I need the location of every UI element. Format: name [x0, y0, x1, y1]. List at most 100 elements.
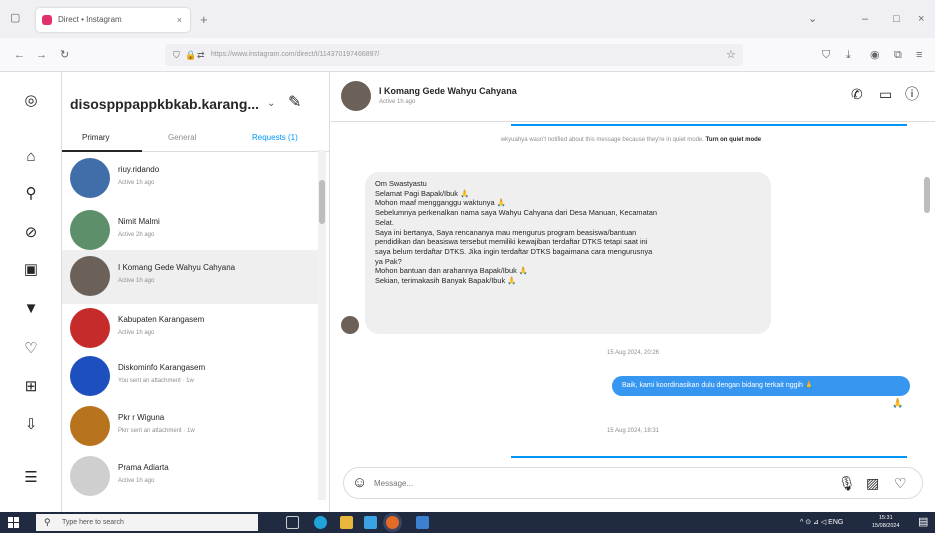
address-url: https://www.instagram.com/direct/t/11437… [211, 51, 380, 58]
more-menu-icon[interactable]: ☰ [22, 469, 40, 487]
reels-icon[interactable]: ▣ [22, 261, 40, 279]
avatar[interactable] [341, 81, 371, 111]
extensions-icon[interactable]: ⧉ [894, 49, 902, 61]
conversation-preview: Active 2h ago [118, 232, 155, 238]
forward-button[interactable]: → [36, 49, 47, 61]
conversation-preview: You sent an attachment · 1w [118, 378, 194, 384]
permissions-icon: ⇄ [197, 50, 205, 60]
tab-general[interactable]: General [168, 133, 196, 142]
conversation-name: Diskominfo Karangasem [118, 363, 206, 372]
tab-overview-icon[interactable]: ▢ [10, 12, 20, 24]
phone-call-icon[interactable]: ✆ [851, 86, 863, 102]
conversation-item-selected[interactable]: I Komang Gede Wahyu Cahyana Active 1h ag… [62, 250, 324, 304]
minimize-button[interactable]: – [862, 13, 868, 25]
message-line: Sekian, terimakasih Banyak Bapak/Ibuk 🙏 [375, 276, 517, 286]
conversation-item[interactable]: Kabupaten Karangasem Active 1h ago [62, 302, 324, 356]
new-tab-button[interactable]: + [200, 13, 208, 26]
avatar [70, 308, 110, 348]
chevron-down-icon[interactable]: ⌄ [267, 98, 275, 109]
message-composer: ☺ 🎙 ▨ ♡ [343, 467, 923, 499]
tab-list-chevron-icon[interactable]: ⌄ [808, 13, 817, 25]
emoji-icon[interactable]: ☺ [352, 474, 367, 492]
conversation-name: Pkr r Wiguna [118, 413, 165, 422]
instagram-logo-icon[interactable]: ◎ [22, 92, 40, 110]
outgoing-message-bubble[interactable]: Baik, kami koordinasikan dulu dengan bid… [612, 376, 910, 396]
pocket-icon[interactable]: ⛉ [822, 49, 830, 61]
windows-start-icon[interactable] [8, 517, 19, 528]
browser-tab[interactable]: Direct • Instagram × [36, 8, 190, 32]
avatar[interactable] [341, 316, 359, 334]
conversation-item[interactable]: riuy.ridando Active 1h ago [62, 152, 324, 206]
explore-icon[interactable]: ⊘ [22, 224, 40, 242]
home-icon[interactable]: ⌂ [22, 148, 40, 166]
tab-primary[interactable]: Primary [82, 133, 110, 142]
app-icon[interactable] [416, 516, 429, 529]
notification-center-icon[interactable]: ▤ [918, 516, 928, 528]
incoming-message-bubble[interactable]: Om Swastyastu Selamat Pagi Bapak/Ibuk 🙏 … [365, 172, 771, 334]
taskbar-clock[interactable]: 15:31 15/08/2024 [872, 514, 900, 530]
quiet-mode-text: wkyuahya wasn't notified about this mess… [500, 137, 704, 143]
chat-panel: I Komang Gede Wahyu Cahyana Active 1h ag… [331, 72, 935, 512]
task-view-icon[interactable] [286, 516, 299, 529]
back-button[interactable]: ← [14, 49, 25, 61]
timestamp: 15 Aug 2024, 18:31 [606, 428, 660, 434]
conversation-item[interactable]: Pkr r Wiguna Pkrr sent an attachment · 1… [62, 400, 324, 454]
message-line: pendidikan dan beasiswa tersebut memilik… [375, 237, 648, 247]
system-tray[interactable]: ^ ⊙ ⊿ ◁ ENG [800, 518, 843, 526]
message-line: saya belum terdaftar DTKS. Jika ingin te… [375, 246, 653, 256]
bookmark-star-icon[interactable]: ☆ [726, 49, 736, 61]
message-reaction[interactable]: 🙏 [892, 398, 903, 409]
taskbar-search[interactable]: ⚲ Type here to search [36, 514, 258, 531]
conversation-name: Nimit Malmi [118, 217, 160, 226]
message-line: Mohon maaf mengganggu waktunya 🙏 [375, 198, 506, 208]
gallery-icon[interactable]: ▨ [866, 474, 879, 492]
chat-contact-name[interactable]: I Komang Gede Wahyu Cahyana [379, 86, 517, 96]
conversation-item[interactable]: Diskominfo Karangasem You sent an attach… [62, 350, 324, 404]
chat-header: I Komang Gede Wahyu Cahyana Active 1h ag… [331, 72, 935, 122]
conversation-name: Prama Adiarta [118, 463, 169, 472]
message-line: Sebelumnya perkenalkan nama saya Wahyu C… [375, 208, 657, 218]
browser-menu-icon[interactable]: ≡ [916, 49, 922, 61]
tab-close-icon[interactable]: × [177, 8, 182, 32]
message-input[interactable] [374, 473, 794, 493]
video-call-icon[interactable]: ▭ [879, 86, 892, 102]
file-explorer-icon[interactable] [340, 516, 353, 529]
scrollbar-thumb[interactable] [319, 180, 325, 224]
address-bar[interactable]: ⛉ 🔒 ⇄ https://www.instagram.com/direct/t… [165, 44, 743, 66]
downloads-icon[interactable]: ⤓ [846, 49, 851, 61]
account-icon[interactable]: ◉ [870, 49, 880, 61]
account-switcher[interactable]: disospppappkbkab.karang... [70, 96, 259, 112]
heart-icon[interactable]: ♡ [894, 474, 907, 492]
search-icon: ⚲ [44, 517, 51, 527]
instagram-nav-rail: ◎ ⌂ ⚲ ⊘ ▣ ▼ ♡ ⊞ ⇩ ☰ [0, 72, 62, 512]
tab-requests[interactable]: Requests (1) [252, 133, 298, 142]
microphone-icon[interactable]: 🎙 [838, 474, 856, 492]
browser-toolbar: ← → ↻ ⛉ 🔒 ⇄ https://www.instagram.com/di… [0, 38, 935, 72]
search-icon[interactable]: ⚲ [22, 185, 40, 203]
store-icon[interactable] [364, 516, 377, 529]
info-icon[interactable]: ⓘ [905, 86, 919, 102]
browser-tab-title: Direct • Instagram [58, 15, 122, 24]
notifications-heart-icon[interactable]: ♡ [22, 340, 40, 358]
chat-scrollbar[interactable] [922, 122, 932, 452]
scrollbar-thumb[interactable] [924, 177, 930, 213]
conversation-preview: Active 1h ago [118, 180, 155, 186]
avatar [70, 210, 110, 250]
maximize-button[interactable]: □ [893, 13, 900, 25]
chat-contact-status: Active 1h ago [379, 99, 416, 105]
conversation-name: Kabupaten Karangasem [118, 315, 205, 324]
messages-icon[interactable]: ▼ [22, 300, 40, 318]
message-divider [511, 456, 907, 458]
inbox-scrollbar[interactable] [318, 150, 326, 500]
create-icon[interactable]: ⊞ [22, 378, 40, 396]
profile-icon[interactable]: ⇩ [22, 416, 40, 434]
message-line: Mohon bantuan dan arahannya Bapak/Ibuk 🙏 [375, 266, 529, 276]
close-window-button[interactable]: × [918, 13, 924, 25]
edge-icon[interactable] [314, 516, 327, 529]
conversation-preview: Active 1h ago [118, 478, 155, 484]
quiet-mode-link[interactable]: Turn on quiet mode [706, 137, 762, 143]
reload-button[interactable]: ↻ [60, 49, 69, 61]
new-message-icon[interactable]: ✎ [288, 92, 301, 112]
conversation-item[interactable]: Prama Adiarta Active 1h ago [62, 450, 324, 504]
firefox-icon[interactable] [386, 516, 399, 529]
